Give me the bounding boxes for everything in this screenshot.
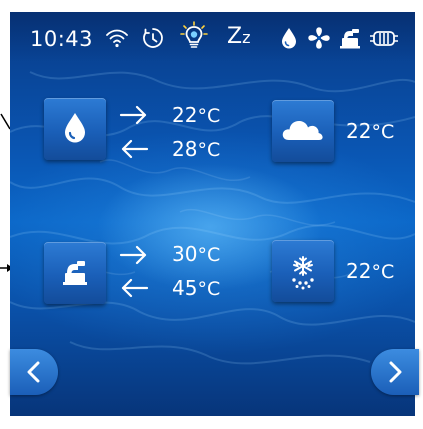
- compressor-icon: [63, 261, 87, 285]
- defrost-icon: [292, 256, 314, 290]
- controller-screen: 10:43 Zz 22°C 28°C 22°C 30°C 45°C 22°C: [10, 12, 415, 416]
- timer-icon: [140, 25, 166, 51]
- heater-icon: [368, 25, 402, 51]
- compressor-suction-temp: 30°C: [172, 242, 221, 266]
- defrost-tile[interactable]: [272, 240, 334, 302]
- compressor-tile[interactable]: [44, 242, 106, 304]
- next-page-button[interactable]: [371, 349, 419, 395]
- arrow-left-icon: [119, 138, 149, 160]
- arrow-right-icon: [119, 104, 149, 126]
- compressor-icon: [337, 25, 363, 51]
- water-background: [10, 71, 415, 365]
- water-drop-icon: [276, 25, 302, 51]
- compressor-discharge-temp: 45°C: [172, 276, 221, 300]
- ambient-tile[interactable]: [272, 100, 334, 162]
- defrost-temp: 22°C: [346, 259, 395, 283]
- wifi-icon: [104, 25, 130, 51]
- arrow-right-icon: [119, 244, 149, 266]
- water-outlet-temp: 28°C: [172, 137, 221, 161]
- chevron-right-icon: [389, 361, 402, 383]
- water-circuit-tile[interactable]: [44, 98, 106, 160]
- prev-page-button[interactable]: [10, 349, 58, 395]
- clock: 10:43: [30, 27, 94, 51]
- water-drop-icon: [65, 113, 85, 143]
- chevron-left-icon: [27, 361, 40, 383]
- arrow-left-icon: [119, 277, 149, 299]
- ambient-temp: 22°C: [346, 119, 395, 143]
- status-bar: 10:43 Zz: [10, 12, 415, 62]
- bulb-icon: [180, 21, 208, 51]
- fan-icon: [306, 25, 332, 51]
- sleep-icon: Zz: [227, 24, 251, 49]
- water-inlet-temp: 22°C: [172, 103, 221, 127]
- cloud-icon: [282, 120, 323, 140]
